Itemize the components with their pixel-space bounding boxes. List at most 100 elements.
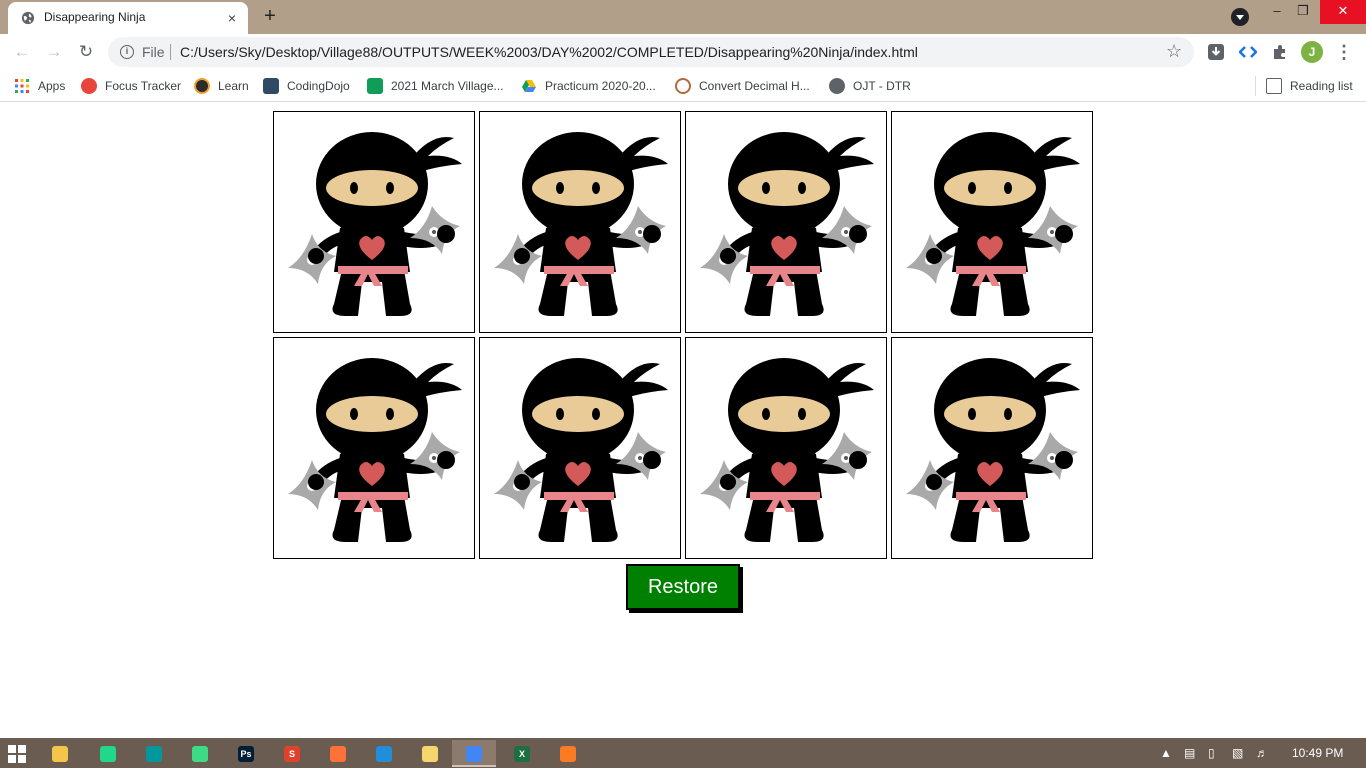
bookmark-label: Learn — [218, 79, 249, 93]
bookmark-apps[interactable]: Apps — [14, 76, 65, 96]
address-bar[interactable]: i File C:/Users/Sky/Desktop/Village88/OU… — [108, 37, 1194, 67]
restore-button[interactable]: Restore — [626, 564, 740, 610]
windows-taskbar: Ps S X ▲ ▤ ▯ ▧ ♬ 10:49 PM — [0, 738, 1366, 768]
tab-title: Disappearing Ninja — [44, 10, 146, 24]
bookmarks-divider — [1255, 76, 1256, 96]
extensions-puzzle-icon[interactable] — [1271, 43, 1289, 61]
firefox-icon — [330, 746, 346, 762]
taskbar-app-arduino[interactable] — [132, 740, 176, 767]
ninja-image[interactable] — [694, 120, 880, 326]
forward-icon[interactable]: → — [42, 40, 66, 64]
bookmark-ojt-dtr[interactable]: OJT - DTR — [829, 76, 911, 96]
battery-icon[interactable]: ▯ — [1208, 738, 1215, 768]
ninja-image[interactable] — [900, 120, 1086, 326]
tray-chevron-icon[interactable]: ▲ — [1160, 738, 1172, 768]
bookmark-label: 2021 March Village... — [391, 79, 504, 93]
bookmark-convert-decimal[interactable]: Convert Decimal H... — [675, 76, 810, 96]
reload-icon[interactable]: ↻ — [74, 40, 98, 64]
taskbar-app-messenger[interactable] — [408, 740, 452, 767]
reading-list-label: Reading list — [1290, 79, 1353, 93]
sheets-icon — [367, 78, 383, 94]
bookmarks-bar: Apps Focus Tracker Learn CodingDojo 2021… — [0, 70, 1366, 102]
bookmark-2021-march-village[interactable]: 2021 March Village... — [367, 76, 504, 96]
ninja-image[interactable] — [488, 346, 674, 552]
scheme-label: File — [142, 44, 165, 60]
ninja-image[interactable] — [282, 346, 468, 552]
bookmark-label: Practicum 2020-20... — [545, 79, 656, 93]
ninja-cell[interactable] — [479, 111, 681, 333]
globe-icon — [829, 78, 845, 94]
xampp-icon — [560, 746, 576, 762]
ninja-image[interactable] — [900, 346, 1086, 552]
profile-avatar[interactable]: J — [1301, 41, 1323, 63]
taskbar-app-firefox[interactable] — [316, 740, 360, 767]
menu-dots-icon[interactable]: ⋮ — [1334, 40, 1354, 64]
taskbar-app-android-studio[interactable] — [178, 740, 222, 767]
ninja-cell[interactable] — [685, 337, 887, 559]
ninja-image[interactable] — [488, 120, 674, 326]
apps-grid-icon — [15, 79, 29, 93]
close-window-button[interactable]: ✕ — [1320, 0, 1366, 24]
bookmark-label: Convert Decimal H... — [699, 79, 810, 93]
volume-icon[interactable]: ♬ — [1256, 738, 1268, 768]
taskbar-app-photoshop[interactable]: Ps — [224, 740, 268, 767]
messenger-icon — [422, 746, 438, 762]
ninja-cell[interactable] — [479, 337, 681, 559]
pycharm-icon — [100, 746, 116, 762]
ninja-cell[interactable] — [273, 111, 475, 333]
tab-strip: Disappearing Ninja × + – ❐ ✕ — [0, 0, 1366, 34]
bookmark-practicum[interactable]: Practicum 2020-20... — [521, 76, 656, 96]
tab-close-icon[interactable]: × — [224, 10, 240, 26]
reading-list-icon — [1266, 78, 1282, 94]
network-icon[interactable]: ▤ — [1184, 738, 1195, 768]
photoshop-icon: Ps — [238, 746, 254, 762]
drive-icon — [522, 80, 536, 92]
browser-toolbar: ← → ↻ i File C:/Users/Sky/Desktop/Villag… — [0, 34, 1366, 70]
file-explorer-icon — [52, 746, 68, 762]
tab-search-icon[interactable] — [1231, 8, 1249, 26]
globe-icon — [21, 11, 35, 25]
android-studio-icon — [192, 746, 208, 762]
url-text[interactable]: C:/Users/Sky/Desktop/Village88/OUTPUTS/W… — [180, 44, 918, 60]
bookmark-codingdojo[interactable]: CodingDojo — [263, 76, 350, 96]
taskbar-app-chrome[interactable] — [452, 740, 496, 767]
omnibox-divider — [170, 44, 171, 60]
bookmark-star-icon[interactable]: ☆ — [1166, 41, 1182, 62]
taskbar-app-wps-office[interactable]: S — [270, 740, 314, 767]
ninja-image[interactable] — [282, 120, 468, 326]
new-tab-button[interactable]: + — [258, 6, 282, 28]
clock-icon — [675, 78, 691, 94]
ninja-cell[interactable] — [273, 337, 475, 559]
codingdojo-icon — [263, 78, 279, 94]
tab-disappearing-ninja[interactable]: Disappearing Ninja × — [8, 2, 248, 34]
wps-office-icon: S — [284, 746, 300, 762]
bookmark-label: Apps — [38, 79, 66, 93]
taskbar-app-edge[interactable] — [362, 740, 406, 767]
taskbar-app-file-explorer[interactable] — [38, 740, 82, 767]
focus-tracker-icon — [81, 78, 97, 94]
page-content: Restore — [0, 103, 1366, 738]
learn-icon — [194, 78, 210, 94]
signal-icon[interactable]: ▧ — [1232, 738, 1243, 768]
info-icon[interactable]: i — [120, 45, 134, 59]
arduino-icon — [146, 746, 162, 762]
edge-icon — [376, 746, 392, 762]
bookmark-label: CodingDojo — [287, 79, 350, 93]
bookmark-label: OJT - DTR — [853, 79, 911, 93]
bookmark-focus-tracker[interactable]: Focus Tracker — [81, 76, 181, 96]
windows-start-icon[interactable] — [8, 745, 26, 763]
taskbar-app-pycharm[interactable] — [86, 740, 130, 767]
download-extension-icon[interactable] — [1207, 43, 1225, 61]
chrome-icon — [466, 746, 482, 762]
ninja-cell[interactable] — [891, 111, 1093, 333]
bookmark-learn[interactable]: Learn — [194, 76, 249, 96]
ninja-cell[interactable] — [891, 337, 1093, 559]
ninja-cell[interactable] — [685, 111, 887, 333]
reading-list-button[interactable]: Reading list — [1266, 76, 1353, 96]
code-extension-icon[interactable] — [1239, 43, 1257, 61]
back-icon[interactable]: ← — [10, 40, 34, 64]
ninja-image[interactable] — [694, 346, 880, 552]
taskbar-clock[interactable]: 10:49 PM — [1292, 738, 1343, 768]
taskbar-app-excel[interactable]: X — [500, 740, 544, 767]
taskbar-app-xampp[interactable] — [546, 740, 590, 767]
